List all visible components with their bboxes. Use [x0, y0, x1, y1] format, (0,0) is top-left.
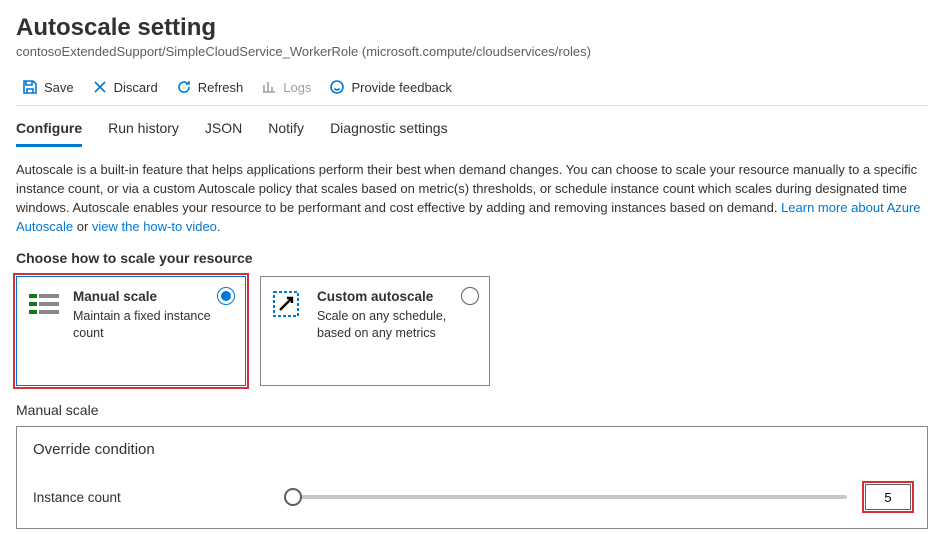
feedback-label: Provide feedback [351, 80, 451, 95]
discard-label: Discard [114, 80, 158, 95]
card-custom-autoscale[interactable]: Custom autoscale Scale on any schedule, … [260, 276, 490, 386]
save-button[interactable]: Save [22, 79, 74, 95]
logs-icon [261, 79, 277, 95]
card-custom-title: Custom autoscale [317, 289, 477, 304]
custom-autoscale-icon [273, 289, 307, 373]
refresh-label: Refresh [198, 80, 244, 95]
toolbar: Save Discard Refresh Logs Provide feedba… [16, 73, 928, 105]
instance-count-label: Instance count [33, 490, 293, 505]
card-custom-sub: Scale on any schedule, based on any metr… [317, 308, 477, 342]
card-manual-scale[interactable]: Manual scale Maintain a fixed instance c… [16, 276, 246, 386]
override-condition-box: Override condition Instance count [16, 426, 928, 529]
logs-label: Logs [283, 80, 311, 95]
breadcrumb: contosoExtendedSupport/SimpleCloudServic… [16, 44, 928, 59]
tab-notify[interactable]: Notify [268, 116, 304, 147]
manual-scale-icon [29, 289, 63, 373]
scale-heading: Choose how to scale your resource [16, 250, 928, 266]
refresh-icon [176, 79, 192, 95]
card-manual-title: Manual scale [73, 289, 233, 304]
discard-button[interactable]: Discard [92, 79, 158, 95]
feedback-button[interactable]: Provide feedback [329, 79, 451, 95]
tab-diagnostic[interactable]: Diagnostic settings [330, 116, 448, 147]
smiley-icon [329, 79, 345, 95]
description-period: . [217, 219, 221, 234]
refresh-button[interactable]: Refresh [176, 79, 244, 95]
description-or: or [77, 219, 92, 234]
tab-run-history[interactable]: Run history [108, 116, 179, 147]
slider-thumb[interactable] [284, 488, 302, 506]
logs-button: Logs [261, 79, 311, 95]
save-icon [22, 79, 38, 95]
card-manual-sub: Maintain a fixed instance count [73, 308, 233, 342]
instance-count-slider[interactable] [293, 487, 847, 507]
slider-track [293, 495, 847, 499]
page-title: Autoscale setting [16, 14, 928, 42]
tab-configure[interactable]: Configure [16, 116, 82, 147]
description-text: Autoscale is a built-in feature that hel… [16, 161, 928, 236]
close-icon [92, 79, 108, 95]
scale-cards: Manual scale Maintain a fixed instance c… [16, 276, 928, 386]
manual-scale-label: Manual scale [16, 402, 928, 418]
instance-count-input[interactable] [865, 484, 911, 510]
tab-json[interactable]: JSON [205, 116, 242, 147]
save-label: Save [44, 80, 74, 95]
tab-bar: Configure Run history JSON Notify Diagno… [16, 106, 928, 147]
howto-video-link[interactable]: view the how-to video [92, 219, 217, 234]
override-title: Override condition [33, 441, 911, 458]
instance-count-row: Instance count [33, 484, 911, 510]
